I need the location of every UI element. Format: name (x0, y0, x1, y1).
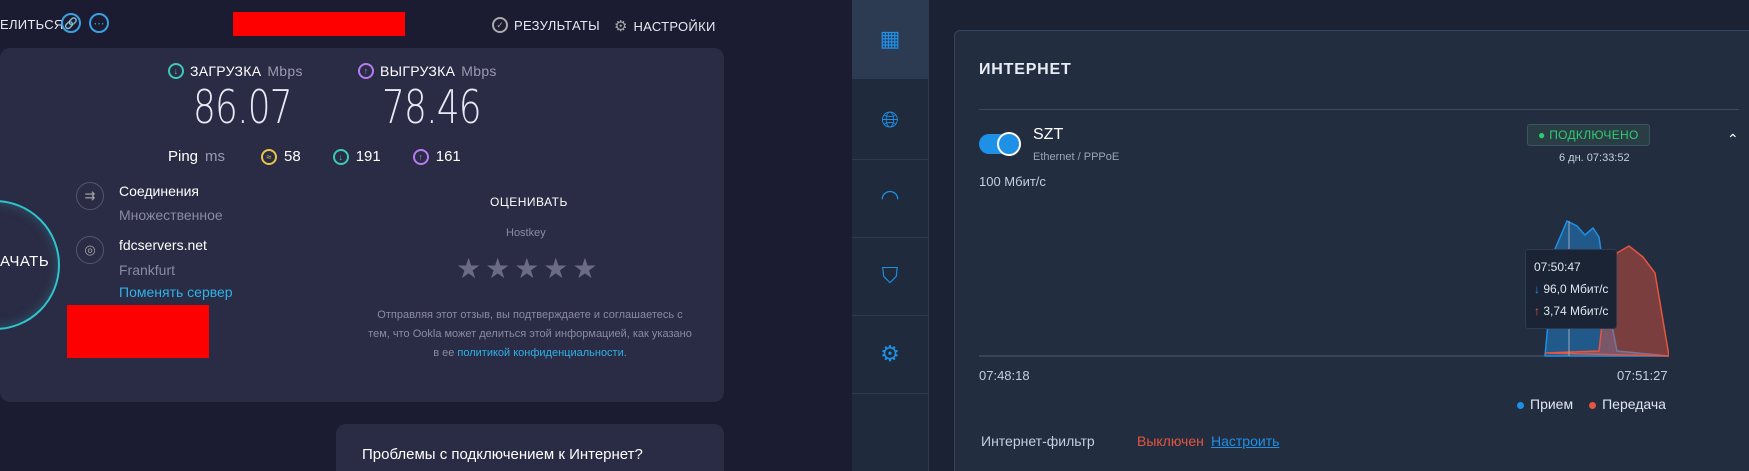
tooltip-tx: 3,74 Мбит/с (1543, 304, 1609, 318)
filter-label: Интернет-фильтр (981, 433, 1095, 449)
connections-title: Соединения (119, 183, 200, 199)
status-text: ПОДКЛЮЧЕНО (1549, 128, 1639, 142)
download-ping-icon: ↓ (332, 148, 349, 165)
connections-icon: ⇉ (76, 182, 104, 210)
download-unit: Mbps (267, 63, 303, 79)
disclaimer: Отправляя этот отзыв, вы подтверждаете и… (368, 306, 692, 363)
nav-settings[interactable]: ⚙ (852, 315, 928, 394)
legend-tx: Передача (1589, 396, 1666, 412)
ping-row: Ping ms ≈ 58 ↓ 191 ↑ 161 (168, 148, 461, 165)
redacted-block (233, 12, 405, 36)
dashboard-icon: ▦ (879, 26, 901, 51)
upload-icon: ↑ (358, 63, 374, 79)
upload-header: ↑ ВЫГРУЗКА Mbps (358, 63, 497, 79)
idle-ping-icon: ≈ (261, 148, 278, 165)
status-badge: ● ПОДКЛЮЧЕНО (1527, 124, 1650, 146)
start-label[interactable]: АЧАТЬ (0, 253, 49, 270)
link-icon[interactable]: 🔗 (61, 13, 81, 33)
globe-icon: 🌐︎ (881, 107, 899, 132)
upload-unit: Mbps (461, 63, 497, 79)
ping-label: Ping (168, 148, 199, 165)
check-icon: ✓ (492, 17, 508, 33)
nav-internet[interactable]: 🌐︎ (852, 81, 928, 160)
connection-name: SZT (1033, 126, 1064, 143)
chart-tooltip: 07:50:47 ↓ 96,0 Мбит/с ↑ 3,74 Мбит/с (1525, 249, 1618, 329)
shield-icon: ⛉ (881, 263, 899, 288)
disclaimer-end: . (623, 347, 627, 359)
gear-icon: ⚙ (880, 341, 900, 366)
divider (979, 109, 1739, 110)
ping-up: 161 (435, 148, 461, 165)
privacy-policy-link[interactable]: политикой конфиденциальности (457, 347, 623, 359)
rate-title: ОЦЕНИВАТЬ (490, 195, 568, 209)
download-value: 86.07 (193, 80, 293, 134)
chart-legend: Прием Передача (1517, 396, 1666, 412)
connections-value: Множественное (119, 207, 223, 223)
panel-title: ИНТЕРНЕТ (979, 61, 1072, 78)
ping-idle: 58 (284, 148, 301, 165)
download-label: ЗАГРУЗКА (190, 63, 262, 79)
tooltip-rx: 96,0 Мбит/с (1543, 282, 1609, 296)
gear-icon: ⚙ (614, 18, 628, 35)
results-link[interactable]: ✓ РЕЗУЛЬТАТЫ (492, 17, 600, 33)
wifi-icon: ◠ (880, 185, 900, 210)
change-server-link[interactable]: Поменять сервер (119, 284, 233, 300)
share-label[interactable]: ЕЛИТЬСЯ (0, 17, 64, 32)
server-city: Frankfurt (119, 262, 176, 278)
chevron-up-icon[interactable]: ⌃ (1727, 131, 1739, 148)
nav-rail: ▦ 🌐︎ ◠ ⛉ ⚙ (852, 0, 929, 471)
internet-panel: ИНТЕРНЕТ SZT Ethernet / PPPoE ● ПОДКЛЮЧЕ… (954, 30, 1749, 471)
rating-stars[interactable]: ★★★★★ (456, 252, 602, 285)
download-icon: ↓ (168, 63, 184, 79)
filter-configure-link[interactable]: Настроить (1211, 433, 1279, 449)
nav-security[interactable]: ⛉ (852, 237, 928, 316)
ping-unit: ms (205, 148, 226, 165)
rate-provider: Hostkey (506, 227, 546, 239)
globe-icon: ◎ (76, 236, 104, 264)
x-axis-end: 07:51:27 (1617, 368, 1668, 383)
router-ui: ▦ 🌐︎ ◠ ⛉ ⚙ ИНТЕРНЕТ SZT Ethernet / PPPoE… (852, 0, 1749, 471)
redacted-block-2 (67, 305, 209, 358)
server-name: fdcservers.net (119, 237, 207, 253)
upload-value: 78.46 (382, 80, 482, 134)
y-axis-label: 100 Мбит/с (979, 174, 1046, 189)
settings-label: НАСТРОЙКИ (633, 18, 716, 34)
settings-link[interactable]: ⚙ НАСТРОЙКИ (614, 17, 716, 35)
problem-text[interactable]: Проблемы с подключением к Интернет? (362, 446, 643, 463)
more-icon[interactable]: ⋯ (89, 13, 109, 33)
nav-dashboard[interactable]: ▦ (852, 0, 928, 79)
upload-label: ВЫГРУЗКА (380, 63, 456, 79)
download-header: ↓ ЗАГРУЗКА Mbps (168, 63, 303, 79)
upload-ping-icon: ↑ (412, 148, 429, 165)
filter-status: Выключен (1137, 433, 1204, 449)
nav-wifi[interactable]: ◠ (852, 159, 928, 238)
results-label: РЕЗУЛЬТАТЫ (514, 17, 600, 33)
connection-toggle[interactable] (979, 132, 1021, 156)
legend-rx: Прием (1517, 396, 1573, 412)
tooltip-time: 07:50:47 (1534, 260, 1581, 274)
ping-down: 191 (355, 148, 381, 165)
uptime: 6 дн. 07:33:52 (1559, 152, 1630, 164)
x-axis-start: 07:48:18 (979, 368, 1030, 383)
connection-type: Ethernet / PPPoE (1033, 151, 1120, 163)
speedtest-panel: ЕЛИТЬСЯ 🔗 ⋯ ✓ РЕЗУЛЬТАТЫ ⚙ НАСТРОЙКИ ↓ З… (0, 0, 852, 471)
